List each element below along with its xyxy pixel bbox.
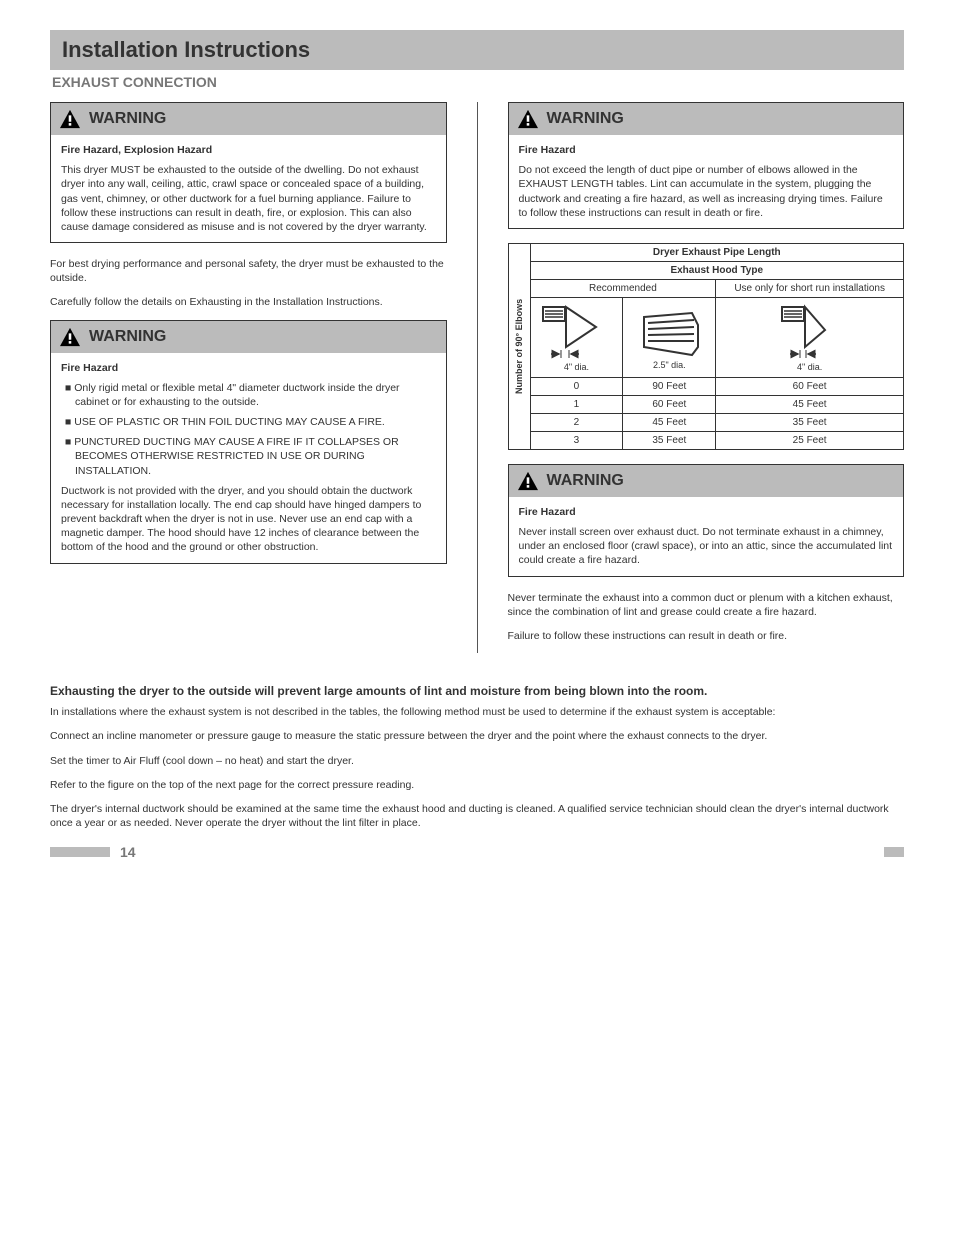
table-row: 1 60 Feet 45 Feet	[508, 395, 904, 413]
warning-header: WARNING	[51, 103, 446, 135]
warning-triangle-icon	[59, 109, 81, 129]
table-subheader: Use only for short run installations	[716, 279, 904, 297]
warning-label: WARNING	[89, 328, 166, 346]
warning-header: WARNING	[509, 103, 904, 135]
table-row-header: Number of 90° Elbows	[508, 243, 530, 449]
hood-diagram-cell: 4" dia.	[716, 297, 904, 377]
hood-b-icon	[780, 302, 840, 362]
table-subheader: Recommended	[530, 279, 716, 297]
warning-box-3: WARNING Fire Hazard Do not exceed the le…	[508, 102, 905, 229]
column-divider	[477, 102, 478, 653]
paragraph: Failure to follow these instructions can…	[508, 629, 905, 643]
table-row: 0 90 Feet 60 Feet	[508, 377, 904, 395]
table-header: Exhaust Hood Type	[530, 261, 904, 279]
page-number: 14	[120, 844, 136, 860]
warning-box-4: WARNING Fire Hazard Never install screen…	[508, 464, 905, 577]
hood-diagram-cell: 2.5" dia.	[623, 297, 716, 377]
warning-label: WARNING	[547, 472, 624, 490]
hood-diagram-cell: 4" dia.	[530, 297, 623, 377]
warning-header: WARNING	[509, 465, 904, 497]
warning-body: Fire Hazard Never install screen over ex…	[509, 497, 904, 576]
paragraph: In installations where the exhaust syste…	[50, 705, 904, 719]
warning-body: Fire Hazard Only rigid metal or flexible…	[51, 353, 446, 563]
warning-box-2: WARNING Fire Hazard Only rigid metal or …	[50, 320, 447, 564]
paragraph: Refer to the figure on the top of the ne…	[50, 778, 904, 792]
left-column: WARNING Fire Hazard, Explosion Hazard Th…	[50, 102, 447, 653]
page-title-bar: Installation Instructions	[50, 30, 904, 70]
bottom-section: Exhausting the dryer to the outside will…	[50, 683, 904, 830]
table-row: 3 35 Feet 25 Feet	[508, 431, 904, 449]
hood-louvered-icon	[634, 305, 704, 360]
paragraph: For best drying performance and personal…	[50, 257, 447, 285]
warning-triangle-icon	[59, 327, 81, 347]
paragraph: Connect an incline manometer or pressure…	[50, 729, 904, 743]
paragraph: Carefully follow the details on Exhausti…	[50, 295, 447, 309]
warning-body: Fire Hazard, Explosion Hazard This dryer…	[51, 135, 446, 242]
page-footer: 14	[50, 844, 904, 860]
paragraph: Never terminate the exhaust into a commo…	[508, 591, 905, 619]
paragraph: Set the timer to Air Fluff (cool down – …	[50, 754, 904, 768]
warning-body: Fire Hazard Do not exceed the length of …	[509, 135, 904, 228]
hood-a-icon	[541, 302, 611, 362]
warning-box-1: WARNING Fire Hazard, Explosion Hazard Th…	[50, 102, 447, 243]
warning-label: WARNING	[547, 110, 624, 128]
bottom-heading: Exhausting the dryer to the outside will…	[50, 683, 904, 699]
warning-triangle-icon	[517, 471, 539, 491]
footer-bar-left	[50, 847, 110, 857]
exhaust-length-table: Number of 90° Elbows Dryer Exhaust Pipe …	[508, 243, 905, 450]
table-row: 2 45 Feet 35 Feet	[508, 413, 904, 431]
page-title: Installation Instructions	[62, 37, 310, 63]
paragraph: The dryer's internal ductwork should be …	[50, 802, 904, 830]
footer-bar-right	[884, 847, 904, 857]
section-subheader: EXHAUST CONNECTION	[50, 74, 904, 90]
right-column: WARNING Fire Hazard Do not exceed the le…	[508, 102, 905, 653]
warning-label: WARNING	[89, 110, 166, 128]
table-header: Dryer Exhaust Pipe Length	[530, 243, 904, 261]
warning-header: WARNING	[51, 321, 446, 353]
warning-triangle-icon	[517, 109, 539, 129]
